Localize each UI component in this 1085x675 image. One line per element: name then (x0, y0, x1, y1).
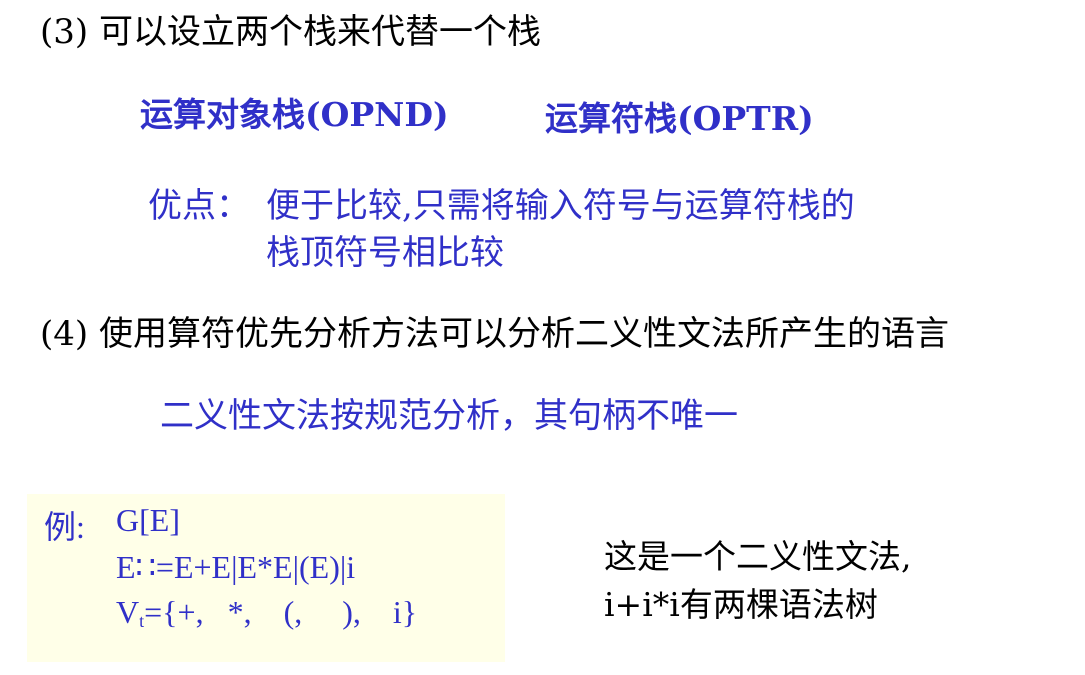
ambiguity-note: 二义性文法按规范分析，其句柄不唯一 (160, 396, 738, 436)
example-terminal-set: Vt={+, *, (, ), i} (116, 594, 417, 632)
section-4-heading: (4) 使用算符优先分析方法可以分析二义性文法所产生的语言 (40, 314, 949, 354)
operand-stack-label: 运算对象栈(OPND) (140, 95, 449, 134)
example-production-rule: E∷=E+E|E*E|(E)|i (116, 549, 356, 585)
terminal-set-symbol: V (116, 594, 140, 630)
advantage-label: 优点： (148, 186, 250, 226)
terminal-set-members: ={+, *, (, ), i} (144, 594, 418, 630)
remark-line-2: i+i*i有两棵语法树 (604, 585, 878, 624)
operator-stack-label: 运算符栈(OPTR) (545, 99, 814, 138)
example-grammar-name: G[E] (116, 502, 180, 538)
advantage-text-line-2: 栈顶符号相比较 (266, 233, 504, 273)
remark-line-1: 这是一个二义性文法, (604, 537, 912, 576)
advantage-text-line-1: 便于比较,只需将输入符号与运算符栈的 (266, 186, 855, 226)
example-label: 例: (44, 509, 85, 545)
section-3-heading: (3) 可以设立两个栈来代替一个栈 (40, 12, 541, 52)
